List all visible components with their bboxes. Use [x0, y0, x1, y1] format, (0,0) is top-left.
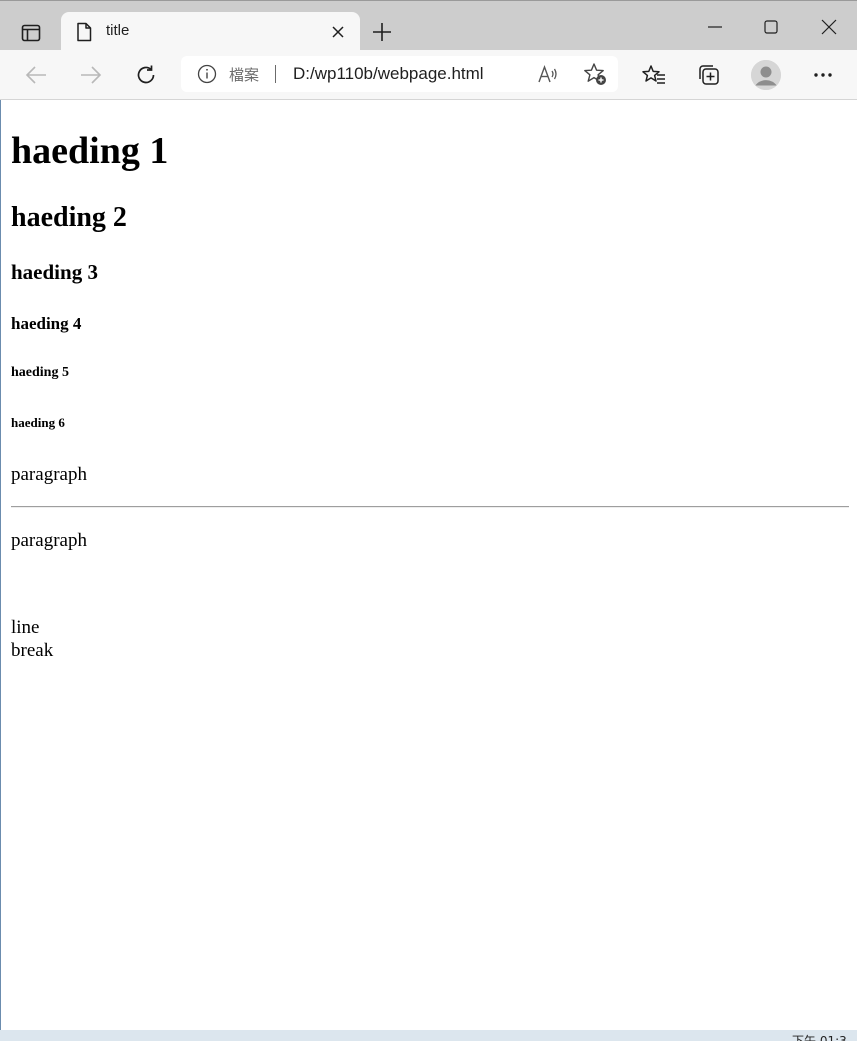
tab-actions-icon	[21, 24, 41, 42]
tab-close-button[interactable]	[329, 23, 347, 41]
taskbar	[0, 1030, 857, 1041]
profile-button[interactable]	[751, 60, 781, 90]
new-tab-button[interactable]	[370, 20, 394, 44]
refresh-icon	[137, 65, 155, 84]
heading-5: haeding 5	[11, 365, 69, 380]
favorites-button[interactable]	[639, 60, 669, 90]
maximize-button[interactable]	[756, 13, 786, 41]
back-arrow-icon	[25, 66, 46, 84]
read-aloud-icon[interactable]	[537, 63, 559, 85]
url-text[interactable]: D:/wp110b/webpage.html	[293, 64, 484, 84]
paragraph: paragraph	[11, 530, 87, 551]
back-button[interactable]	[21, 60, 51, 90]
profile-avatar-icon	[751, 60, 781, 90]
minimize-icon	[708, 26, 722, 28]
star-add-icon[interactable]	[583, 62, 607, 86]
page-icon	[77, 22, 92, 42]
line-break-line2: break	[11, 640, 54, 661]
minimize-button[interactable]	[700, 13, 730, 41]
heading-3: haeding 3	[11, 260, 98, 284]
maximize-icon	[764, 20, 778, 34]
more-icon	[814, 73, 832, 77]
tab-actions-button[interactable]	[14, 19, 48, 47]
collections-button[interactable]	[694, 60, 724, 90]
window-close-button[interactable]	[814, 13, 844, 41]
collections-icon	[699, 65, 719, 85]
tab-title: title	[106, 22, 130, 39]
taskbar-clock[interactable]: 下午 01:3	[792, 1034, 857, 1041]
info-icon[interactable]	[197, 64, 217, 84]
heading-1: haeding 1	[11, 130, 169, 172]
forward-arrow-icon	[81, 66, 102, 84]
forward-button[interactable]	[76, 60, 106, 90]
line-break-paragraph: line break	[11, 616, 53, 662]
refresh-button[interactable]	[131, 60, 161, 90]
tab-bar: title	[0, 0, 857, 51]
plus-icon	[373, 23, 391, 41]
paragraph: paragraph	[11, 464, 87, 485]
heading-6: haeding 6	[11, 415, 65, 430]
address-divider	[275, 65, 276, 83]
browser-toolbar: 檔案 D:/wp110b/webpage.html	[0, 50, 857, 100]
window-border	[0, 0, 1, 1030]
horizontal-rule	[11, 506, 849, 508]
more-button[interactable]	[808, 60, 838, 90]
favorites-icon	[642, 65, 665, 84]
heading-2: haeding 2	[11, 202, 127, 233]
browser-tab[interactable]: title	[61, 12, 360, 51]
address-bar[interactable]: 檔案 D:/wp110b/webpage.html	[181, 56, 618, 92]
close-icon	[332, 26, 344, 38]
line-break-line1: line	[11, 617, 40, 638]
scheme-label: 檔案	[229, 66, 260, 84]
close-icon	[821, 19, 837, 35]
heading-4: haeding 4	[11, 314, 82, 333]
